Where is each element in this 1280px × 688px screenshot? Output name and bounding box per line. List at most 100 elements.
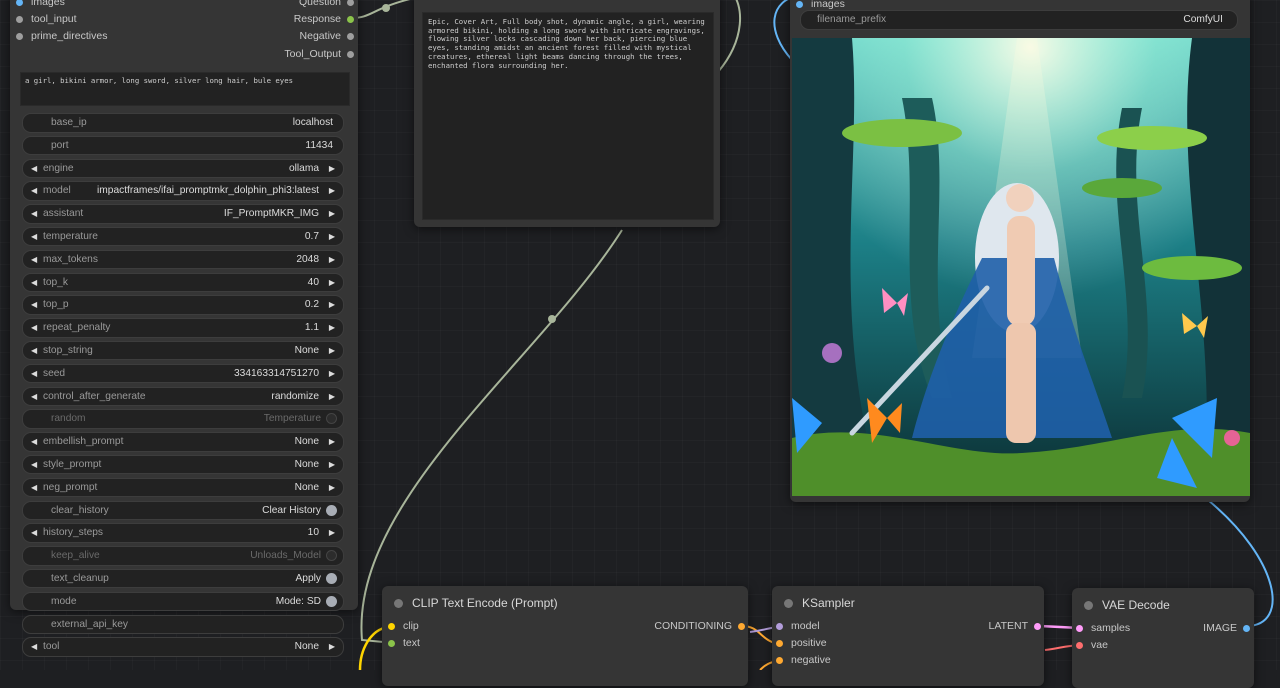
- arrow-left-icon[interactable]: ◀: [31, 365, 37, 383]
- arrow-right-icon[interactable]: ▶: [329, 365, 335, 383]
- widget-max-tokens[interactable]: ◀ max_tokens 2048 ▶: [22, 249, 344, 270]
- prompt-maker-node[interactable]: images tool_input prime_directives Quest…: [10, 0, 358, 657]
- output-socket-tool-output[interactable]: Tool_Output: [284, 46, 354, 62]
- toggle-knob[interactable]: [326, 595, 337, 607]
- input-socket-positive[interactable]: positive: [776, 635, 827, 651]
- input-socket-samples[interactable]: samples: [1076, 620, 1130, 636]
- display-text-node[interactable]: Epic, Cover Art, Full body shot, dynamic…: [414, 0, 720, 227]
- widget-assistant[interactable]: ◀ assistant IF_PromptMKR_IMG ▶: [22, 204, 344, 224]
- widget-tool[interactable]: ◀ tool None ▶: [22, 637, 344, 657]
- toggle-knob[interactable]: [326, 504, 337, 516]
- arrow-left-icon[interactable]: ◀: [31, 479, 37, 497]
- widget-external-api-key[interactable]: external_api_key: [22, 614, 344, 635]
- widget-text-cleanup[interactable]: text_cleanup Apply: [22, 568, 344, 589]
- input-socket-negative[interactable]: negative: [776, 652, 831, 668]
- widget-stop-string[interactable]: ◀ stop_string None ▶: [22, 340, 344, 361]
- arrow-right-icon[interactable]: ▶: [329, 296, 335, 314]
- widget-mode[interactable]: mode Mode: SD: [22, 591, 344, 612]
- widget-engine[interactable]: ◀ engine ollama ▶: [22, 158, 344, 179]
- input-socket-text[interactable]: text: [388, 635, 420, 651]
- widget-neg-prompt[interactable]: ◀ neg_prompt None ▶: [22, 477, 344, 498]
- output-socket-latent[interactable]: LATENT: [989, 618, 1041, 634]
- widget-embellish-prompt[interactable]: ◀ embellish_prompt None ▶: [22, 432, 344, 452]
- arrow-right-icon[interactable]: ▶: [329, 182, 335, 200]
- arrow-left-icon[interactable]: ◀: [31, 205, 37, 223]
- widget-history-steps[interactable]: ◀ history_steps 10 ▶: [22, 523, 344, 543]
- arrow-left-icon[interactable]: ◀: [31, 319, 37, 337]
- input-socket-images[interactable]: images: [16, 0, 65, 10]
- collapse-dot-icon[interactable]: [1084, 601, 1093, 610]
- widget-repeat-penalty[interactable]: ◀ repeat_penalty 1.1 ▶: [22, 318, 344, 338]
- socket-dot: [388, 639, 395, 647]
- ksampler-node[interactable]: KSampler model positive negative LATENT: [772, 586, 1044, 686]
- output-socket-question[interactable]: Question: [299, 0, 354, 10]
- widget-model[interactable]: ◀ model impactframes/ifai_promptmkr_dolphi…: [22, 181, 344, 201]
- socket-dot: [1076, 624, 1083, 632]
- arrow-right-icon[interactable]: ▶: [329, 456, 335, 474]
- save-image-node[interactable]: images filename_prefix ComfyUI: [790, 0, 1250, 502]
- collapse-dot-icon[interactable]: [784, 599, 793, 608]
- output-socket-conditioning[interactable]: CONDITIONING: [654, 618, 745, 634]
- widget-seed[interactable]: ◀ seed 334163314751270 ▶: [22, 363, 344, 384]
- arrow-left-icon[interactable]: ◀: [31, 296, 37, 314]
- node-title: VAE Decode: [1084, 598, 1170, 612]
- widget-control-after-generate[interactable]: ◀ control_after_generate randomize ▶: [22, 386, 344, 407]
- widget-label: max_tokens: [43, 253, 98, 265]
- arrow-right-icon[interactable]: ▶: [329, 319, 335, 337]
- output-socket-image[interactable]: IMAGE: [1203, 620, 1250, 636]
- arrow-right-icon[interactable]: ▶: [329, 228, 335, 246]
- widget-clear-history[interactable]: clear_history Clear History: [22, 500, 344, 521]
- arrow-right-icon[interactable]: ▶: [329, 479, 335, 497]
- input-socket-prime-directives[interactable]: prime_directives: [16, 28, 107, 44]
- arrow-left-icon[interactable]: ◀: [31, 456, 37, 474]
- output-socket-negative[interactable]: Negative: [300, 28, 354, 44]
- figure-legs: [1006, 323, 1036, 443]
- output-socket-response[interactable]: Response: [294, 11, 354, 27]
- arrow-left-icon[interactable]: ◀: [31, 524, 37, 542]
- generated-image-preview[interactable]: [792, 38, 1250, 496]
- input-socket-tool-input[interactable]: tool_input: [16, 11, 77, 27]
- widget-temperature[interactable]: ◀ temperature 0.7 ▶: [22, 226, 344, 247]
- arrow-left-icon[interactable]: ◀: [31, 160, 37, 178]
- vae-decode-node[interactable]: VAE Decode samples vae IMAGE: [1072, 588, 1254, 688]
- widget-port[interactable]: port 11434: [22, 135, 344, 156]
- widget-value: Apply: [295, 572, 321, 584]
- socket-dot: [16, 32, 23, 40]
- widget-top-p[interactable]: ◀ top_p 0.2 ▶: [22, 295, 344, 315]
- collapse-dot-icon[interactable]: [394, 599, 403, 608]
- widget-random[interactable]: random Temperature: [22, 409, 344, 429]
- arrow-left-icon[interactable]: ◀: [31, 433, 37, 451]
- toggle-knob[interactable]: [326, 550, 337, 562]
- arrow-left-icon[interactable]: ◀: [31, 342, 37, 360]
- toggle-knob[interactable]: [326, 572, 337, 584]
- arrow-right-icon[interactable]: ▶: [329, 274, 335, 292]
- input-socket-model[interactable]: model: [776, 618, 820, 634]
- display-textarea[interactable]: Epic, Cover Art, Full body shot, dynamic…: [422, 12, 714, 220]
- arrow-right-icon[interactable]: ▶: [329, 205, 335, 223]
- clip-text-encode-node[interactable]: CLIP Text Encode (Prompt) clip text COND…: [382, 586, 748, 686]
- arrow-right-icon[interactable]: ▶: [329, 160, 335, 178]
- node-title: CLIP Text Encode (Prompt): [394, 596, 558, 610]
- arrow-left-icon[interactable]: ◀: [31, 251, 37, 269]
- widget-style-prompt[interactable]: ◀ style_prompt None ▶: [22, 454, 344, 475]
- toggle-knob[interactable]: [326, 413, 337, 425]
- arrow-right-icon[interactable]: ▶: [329, 342, 335, 360]
- input-socket-clip[interactable]: clip: [388, 618, 419, 634]
- prompt-textarea[interactable]: a girl, bikini armor, long sword, silver…: [20, 72, 350, 106]
- widget-keep-alive[interactable]: keep_alive Unloads_Model: [22, 546, 344, 566]
- widget-value: ComfyUI: [1183, 14, 1223, 25]
- arrow-left-icon[interactable]: ◀: [31, 182, 37, 200]
- widget-top-k[interactable]: ◀ top_k 40 ▶: [22, 272, 344, 293]
- arrow-right-icon[interactable]: ▶: [329, 524, 335, 542]
- widget-base-ip[interactable]: base_ip localhost: [22, 113, 344, 133]
- widget-filename-prefix[interactable]: filename_prefix ComfyUI: [800, 10, 1238, 30]
- input-socket-vae[interactable]: vae: [1076, 637, 1108, 653]
- arrow-right-icon[interactable]: ▶: [329, 388, 335, 406]
- arrow-right-icon[interactable]: ▶: [329, 433, 335, 451]
- arrow-right-icon[interactable]: ▶: [329, 251, 335, 269]
- arrow-left-icon[interactable]: ◀: [31, 388, 37, 406]
- arrow-left-icon[interactable]: ◀: [31, 228, 37, 246]
- arrow-left-icon[interactable]: ◀: [31, 638, 37, 656]
- arrow-left-icon[interactable]: ◀: [31, 274, 37, 292]
- arrow-right-icon[interactable]: ▶: [329, 638, 335, 656]
